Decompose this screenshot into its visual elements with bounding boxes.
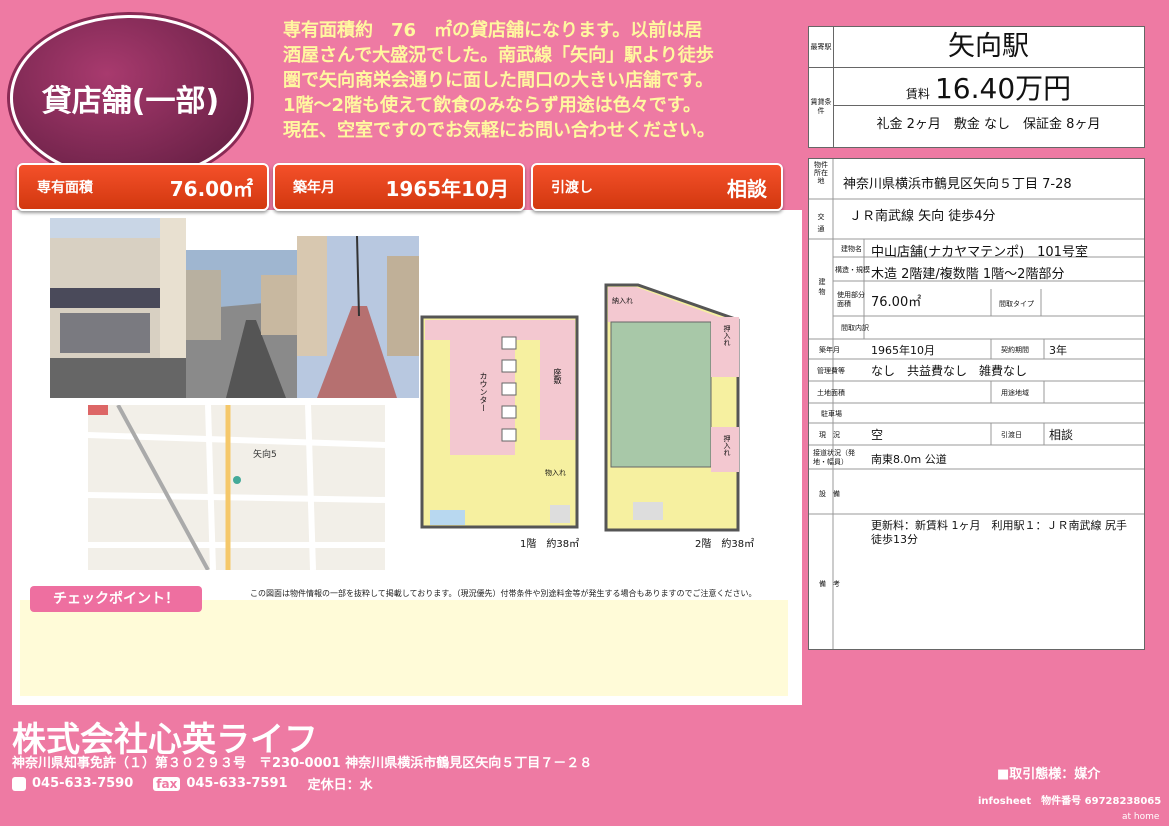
rent-lab: 賃貸条件 xyxy=(809,67,834,147)
station-lab: 最寄駅 xyxy=(809,27,834,68)
notice-text: この図面は物件情報の一部を抜粋して掲載しております。（現況優先）付帯条件や別途料… xyxy=(250,589,757,598)
fax-value: 045-633-7591 xyxy=(186,776,288,791)
oshiire-label: 押入れ xyxy=(723,435,731,456)
pill-label: 専有面積 xyxy=(37,180,93,196)
road-value: 南東8.0m 公道 xyxy=(871,453,947,466)
checkpoint-area xyxy=(20,600,788,696)
road-lab: 接道状況（発地・幅員） xyxy=(813,449,855,466)
pill-area: 専有面積 76.00㎡ xyxy=(17,163,269,211)
remarks-value: 更新料：新賃料 1ヶ月 利用駅１：ＪＲ南武線 尻手 徒歩13分 xyxy=(871,519,1127,546)
name-lab: 建物名 xyxy=(841,245,862,253)
facilities-lab: 設 備 xyxy=(819,490,840,498)
name-value: 中山店舗(ナカヤマテンポ) 101号室 xyxy=(871,245,1088,260)
storage2-label: 納入れ xyxy=(612,297,633,305)
contact-row: 045-633-7590 fax 045-633-7591 定休日：水 xyxy=(12,774,373,793)
handover-value: 相談 xyxy=(1049,428,1074,442)
table-grid xyxy=(809,159,1144,649)
phone-icon xyxy=(12,776,26,791)
building-lab: 建物 xyxy=(818,278,826,296)
counter-label: カウンター xyxy=(479,372,488,412)
description: 専有面積約 76 ㎡の貸店舗になります。以前は居 酒屋さんで大盛況でした。南武線… xyxy=(283,18,793,143)
description-line: 専有面積約 76 ㎡の貸店舗になります。以前は居 xyxy=(283,20,703,41)
closed-day: 定休日：水 xyxy=(307,778,373,793)
location-map: 矢向5 xyxy=(88,405,385,570)
status-lab: 現 況 xyxy=(819,431,840,439)
contract-lab: 契約期間 xyxy=(1001,346,1029,354)
floor2-label: 2階 約38㎡ xyxy=(695,539,755,550)
pill-value: 相談 xyxy=(727,177,767,201)
handover-lab: 引渡日 xyxy=(1001,431,1022,439)
address-value: 神奈川県横浜市鶴見区矢向５丁目 7-28 xyxy=(843,177,1072,192)
pill-value: 76.00㎡ xyxy=(169,177,253,201)
property-type-text: 貸店舗(一部) xyxy=(41,84,220,119)
details-table: 物件所在地 神奈川県横浜市鶴見区矢向５丁目 7-28 交通 ＪＲ南武線 矢向 徒… xyxy=(808,158,1145,650)
addr-lab: 物件所在地 xyxy=(814,161,828,185)
layout-lab: 間取内訳 xyxy=(841,324,869,332)
floorplan-2f xyxy=(604,283,740,532)
fax-icon: fax xyxy=(153,776,181,791)
parking-lab: 駐車場 xyxy=(821,410,842,418)
floor1-label: 1階 約38㎡ xyxy=(520,539,580,550)
pill-label: 引渡し xyxy=(551,180,593,196)
pill-label: 築年月 xyxy=(293,180,335,196)
description-line: 1階～2階も使えて飲食のみならず用途は色々です。 xyxy=(283,95,701,116)
status-value: 空 xyxy=(871,428,884,442)
tel-value: 045-633-7590 xyxy=(32,776,134,791)
description-line: 圏で矢向商栄会通りに面した間口の大きい店舗です。 xyxy=(283,70,714,91)
street-photo-1 xyxy=(186,250,298,398)
area-lab: 使用部分面積 xyxy=(837,291,865,308)
use-lab: 用途地域 xyxy=(1001,389,1029,397)
rent-value: 16.40万円 xyxy=(934,72,1072,105)
contract-value: 3年 xyxy=(1049,344,1067,357)
athome-logo: at home xyxy=(1122,812,1160,822)
dealing-type: ■取引態様：媒介 xyxy=(997,767,1101,782)
description-line: 現在、空室ですのでお気軽にお問い合わせください。 xyxy=(283,120,715,141)
storage-label: 物入れ xyxy=(545,469,566,477)
remarks-lab: 備 考 xyxy=(819,580,840,588)
area-value: 76.00㎡ xyxy=(871,295,922,310)
street-photo-2 xyxy=(297,236,419,398)
struct-lab: 構造・規模 xyxy=(835,266,870,274)
license-text: 神奈川県知事免許（１）第３０２９３号 〒230-0001 神奈川県横浜市鶴見区矢… xyxy=(12,756,593,771)
built-value: 1965年10月 xyxy=(871,344,935,357)
storefront-photo xyxy=(50,218,186,398)
mgmt-value: なし 共益費なし 雑費なし xyxy=(871,364,1028,378)
built-lab: 築年月 xyxy=(819,346,840,354)
land-lab: 土地面積 xyxy=(817,389,845,397)
pill-handover: 引渡し 相談 xyxy=(531,163,783,211)
rent-prefix: 賃料 xyxy=(905,87,930,101)
zashiki-label: 座敷 xyxy=(553,368,562,384)
rent-box: 賃料 16.40万円 xyxy=(833,67,1144,106)
station-rent-table: 最寄駅 矢向駅 賃貸条件 賃料 16.40万円 礼金 2ヶ月 敷金 なし 保証金… xyxy=(808,26,1145,148)
struct-value: 木造 2階建/複数階 1階～2階部分 xyxy=(871,267,1065,282)
description-line: 酒屋さんで大盛況でした。南武線「矢向」駅より徒歩 xyxy=(283,45,714,66)
checkpoint-label: チェックポイント！ xyxy=(30,586,202,612)
traffic-value: ＪＲ南武線 矢向 徒歩4分 xyxy=(849,209,996,224)
traffic-lab: 交通 xyxy=(817,213,825,233)
oshiire-label: 押入れ xyxy=(723,325,731,346)
pill-built: 築年月 1965年10月 xyxy=(273,163,525,211)
infosheet-number: infosheet 物件番号 69728238065 xyxy=(978,796,1162,807)
pill-value: 1965年10月 xyxy=(385,177,510,201)
mgmt-lab: 管理費等 xyxy=(817,367,845,375)
direction-lab: 間取タイプ xyxy=(999,300,1034,308)
property-type-badge: 貸店舗(一部) xyxy=(10,15,251,181)
floorplan-1f xyxy=(420,315,579,529)
station-value: 矢向駅 xyxy=(833,27,1144,68)
map-label: 矢向5 xyxy=(253,450,277,460)
fees-value: 礼金 2ヶ月 敷金 なし 保証金 8ヶ月 xyxy=(876,117,1101,132)
